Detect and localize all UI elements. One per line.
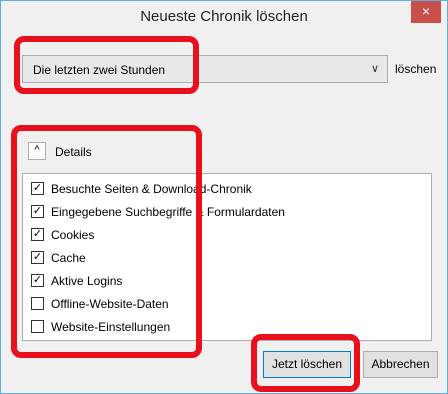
checkbox[interactable]: ✓: [31, 228, 44, 241]
item-label: Website-Einstellungen: [51, 320, 171, 334]
history-items-list: ✓ Besuchte Seiten & Download-Chronik ✓ E…: [22, 173, 432, 341]
item-label: Offline-Website-Daten: [51, 297, 169, 311]
checkbox[interactable]: ✓: [31, 251, 44, 264]
time-range-value: Die letzten zwei Stunden: [33, 63, 166, 77]
checkbox[interactable]: [31, 297, 44, 310]
checkbox[interactable]: ✓: [31, 205, 44, 218]
checkbox[interactable]: [31, 320, 44, 333]
details-label[interactable]: Details: [55, 145, 92, 159]
item-label: Cache: [51, 251, 86, 265]
checkbox[interactable]: ✓: [31, 182, 44, 195]
details-toggle-button[interactable]: ^: [28, 142, 46, 160]
item-label: Besuchte Seiten & Download-Chronik: [51, 182, 252, 196]
item-label: Cookies: [51, 228, 95, 242]
time-range-dropdown[interactable]: Die letzten zwei Stunden ∨: [22, 55, 388, 83]
checkbox[interactable]: ✓: [31, 274, 44, 287]
close-icon[interactable]: ×: [411, 1, 441, 23]
time-range-suffix: löschen: [395, 62, 437, 76]
clear-now-button[interactable]: Jetzt löschen: [263, 351, 351, 378]
item-label: Aktive Logins: [51, 274, 123, 288]
cancel-button[interactable]: Abbrechen: [363, 351, 438, 378]
chevron-down-icon: ∨: [370, 63, 379, 75]
title-bar[interactable]: Neueste Chronik löschen ×: [1, 1, 447, 33]
window-title: Neueste Chronik löschen: [140, 8, 308, 25]
item-label: Eingegebene Suchbegriffe & Formulardaten: [51, 205, 285, 219]
